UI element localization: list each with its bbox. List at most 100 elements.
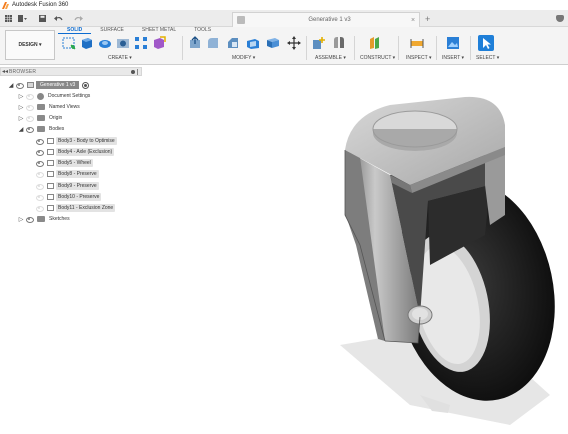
hole-icon[interactable] (116, 36, 130, 50)
ribbon-divider (436, 36, 437, 60)
tab-solid[interactable]: SOLID (58, 27, 92, 34)
tab-tools[interactable]: TOOLS (185, 27, 220, 34)
expand-arrow-icon[interactable]: ▷ (18, 216, 24, 223)
visibility-eye-icon[interactable] (35, 149, 44, 156)
visibility-eye-icon[interactable] (35, 183, 44, 190)
press-pull-icon[interactable] (188, 36, 202, 50)
tree-item-origin[interactable]: ▷ Origin (18, 113, 64, 123)
tree-item-body3[interactable]: Body3 - Body to Optimise (34, 136, 117, 146)
collapse-arrow-icon[interactable]: ◢ (8, 82, 14, 89)
tree-item-label: Sketches (49, 216, 70, 222)
tree-item-sketches[interactable]: ▷ Sketches (18, 214, 72, 224)
offset-plane-icon[interactable] (368, 36, 382, 50)
visibility-eye-icon[interactable] (35, 138, 44, 145)
visibility-eye-icon[interactable] (15, 82, 24, 89)
visibility-eye-icon[interactable] (35, 160, 44, 167)
save-icon[interactable] (38, 14, 47, 23)
body-icon (47, 160, 54, 166)
document-tab-label: Generative 1 v3 (308, 17, 351, 23)
tree-item-body5[interactable]: Body5 - Wheel (34, 158, 93, 168)
visibility-eye-icon[interactable] (35, 194, 44, 201)
browser-options-icon[interactable] (131, 69, 135, 74)
workspace-switcher-button[interactable]: DESIGN ▾ (5, 30, 55, 60)
shell-icon[interactable] (246, 36, 260, 50)
tree-item-named-views[interactable]: ▷ Named Views (18, 102, 82, 112)
browser-panel-header: ◂◂ BROWSER (0, 67, 142, 76)
ribbon-divider (354, 36, 355, 60)
expand-arrow-icon[interactable]: ▷ (18, 104, 24, 111)
body-icon (47, 183, 54, 189)
modify-group-label[interactable]: MODIFY ▾ (232, 55, 255, 61)
body-icon (47, 194, 54, 200)
tree-item-bodies[interactable]: ◢ Bodies (18, 124, 66, 134)
expand-arrow-icon[interactable]: ▷ (18, 93, 24, 100)
insert-group-label[interactable]: INSERT ▾ (442, 55, 464, 61)
tree-item-label: Document Settings (48, 93, 91, 99)
revolve-icon[interactable] (98, 36, 112, 50)
visibility-eye-icon[interactable] (25, 115, 34, 122)
insert-image-icon[interactable] (446, 36, 460, 50)
create-group-label[interactable]: CREATE ▾ (108, 55, 132, 61)
collapse-browser-icon[interactable]: ◂◂ (1, 68, 9, 75)
undo-icon[interactable] (54, 14, 63, 23)
body-icon (47, 138, 54, 144)
combine-icon[interactable] (266, 36, 280, 50)
visibility-eye-icon[interactable] (25, 216, 34, 223)
folder-icon (37, 216, 45, 222)
select-group-label[interactable]: SELECT ▾ (476, 55, 499, 61)
expand-arrow-icon[interactable]: ▷ (18, 115, 24, 122)
app-title: Autodesk Fusion 360 (12, 2, 69, 8)
tree-root[interactable]: ◢ Generative 1 v3 (8, 80, 90, 90)
construct-group-label[interactable]: CONSTRUCT ▾ (360, 55, 395, 61)
visibility-eye-icon[interactable] (25, 126, 34, 133)
tree-item-body9[interactable]: Body9 - Preserve (34, 181, 99, 191)
activate-radio-icon[interactable] (82, 81, 90, 89)
quick-access-toolbar: Generative 1 v3 × + (0, 10, 568, 27)
tab-surface[interactable]: SURFACE (91, 27, 133, 34)
tree-item-body11[interactable]: Body11 - Exclusion Zone (34, 203, 116, 213)
tree-item-document-settings[interactable]: ▷ Document Settings (18, 91, 92, 101)
tree-item-label: Body3 - Body to Optimise (56, 137, 117, 145)
caster-wheel-model[interactable] (300, 95, 568, 434)
pattern-icon[interactable] (134, 36, 148, 50)
document-tab[interactable]: Generative 1 v3 × (232, 12, 420, 27)
tree-item-body8[interactable]: Body8 - Preserve (34, 169, 99, 179)
assemble-group-label[interactable]: ASSEMBLE ▾ (315, 55, 346, 61)
tree-item-label: Body9 - Preserve (56, 182, 99, 190)
inspect-group-label[interactable]: INSPECT ▾ (406, 55, 431, 61)
create-sketch-icon[interactable] (62, 36, 76, 50)
select-icon[interactable] (478, 35, 494, 51)
ribbon-tabs: SOLID SURFACE SHEET METAL TOOLS (58, 27, 220, 34)
user-profile-icon[interactable] (556, 15, 564, 22)
tree-item-body10[interactable]: Body10 - Preserve (34, 192, 102, 202)
visibility-eye-icon (25, 104, 34, 111)
3d-viewport[interactable] (300, 95, 568, 434)
tab-sheet-metal[interactable]: SHEET METAL (133, 27, 185, 34)
measure-icon[interactable] (410, 36, 424, 50)
new-component-assemble-icon[interactable] (312, 36, 326, 50)
ribbon-divider (470, 36, 471, 60)
visibility-eye-icon[interactable] (35, 205, 44, 212)
tree-item-label: Bodies (49, 126, 65, 132)
file-menu-icon[interactable] (18, 14, 27, 23)
title-bar: Autodesk Fusion 360 (0, 0, 568, 10)
gear-icon (37, 92, 44, 100)
joint-icon[interactable] (332, 36, 346, 50)
tree-item-label: Body4 - Axle (Exclusion) (56, 148, 115, 156)
tree-item-body4[interactable]: Body4 - Axle (Exclusion) (34, 147, 115, 157)
browser-pin-icon[interactable] (137, 68, 138, 75)
tree-item-label: Origin (49, 115, 63, 121)
collapse-arrow-icon[interactable]: ◢ (18, 126, 24, 133)
grid-menu-icon[interactable] (4, 14, 13, 23)
move-copy-icon[interactable] (287, 36, 301, 50)
extrude-icon[interactable] (80, 36, 94, 50)
body-icon (47, 149, 54, 155)
redo-icon[interactable] (74, 14, 83, 23)
new-component-icon[interactable] (152, 36, 166, 50)
close-tab-icon[interactable]: × (411, 17, 419, 24)
fillet-icon[interactable] (206, 36, 220, 50)
ribbon-divider (182, 36, 183, 60)
new-tab-button[interactable]: + (425, 14, 430, 24)
visibility-eye-icon[interactable] (35, 171, 44, 178)
chamfer-icon[interactable] (226, 36, 240, 50)
